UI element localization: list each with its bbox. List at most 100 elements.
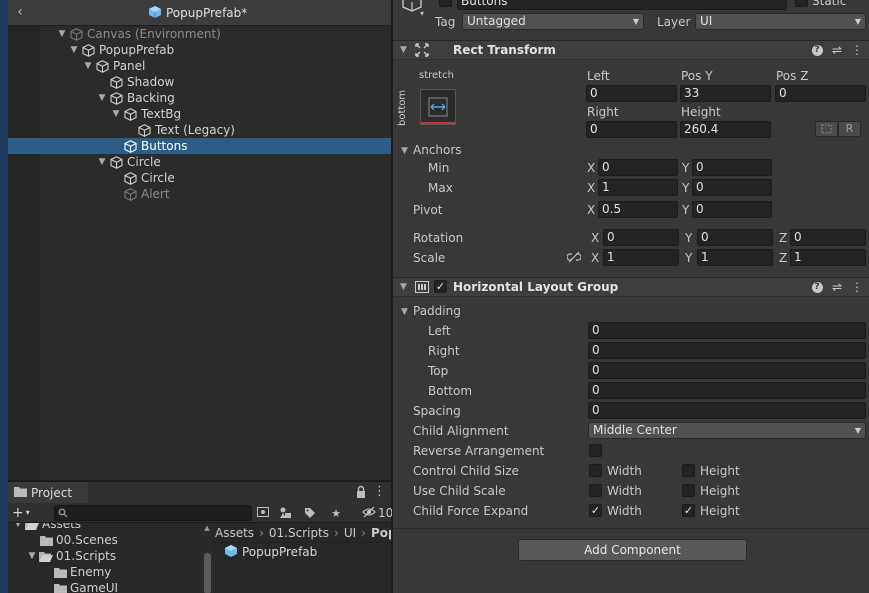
gameobject-name-field[interactable]: Buttons xyxy=(457,0,787,10)
fold-arrow-icon[interactable]: ▼ xyxy=(401,146,408,156)
anchor-max-x-field[interactable]: 1 xyxy=(598,179,678,196)
layer-dropdown[interactable]: UI ▼ xyxy=(695,13,866,30)
rotation-x-field[interactable]: 0 xyxy=(603,229,679,246)
hierarchy-row[interactable]: ▼ Panel xyxy=(8,58,391,74)
create-button[interactable]: + ▾ xyxy=(12,504,38,522)
project-folder-row[interactable]: ▼ 01.Scripts xyxy=(8,548,201,564)
height-field[interactable]: 260.4 xyxy=(680,121,771,138)
fold-arrow-icon[interactable]: ▼ xyxy=(400,45,407,55)
expand-arrow-icon[interactable]: ▼ xyxy=(110,106,122,122)
scale-width-checkbox[interactable] xyxy=(589,484,602,497)
rotation-y-field[interactable]: 0 xyxy=(697,229,773,246)
link-constrain-icon[interactable] xyxy=(566,251,582,266)
blueprint-icon xyxy=(821,124,832,134)
scroll-up-arrow-icon[interactable]: ▲ xyxy=(201,523,213,533)
label-tag-icon[interactable] xyxy=(301,505,319,521)
expand-arrow-icon[interactable]: ▼ xyxy=(56,26,68,42)
add-component-button[interactable]: Add Component xyxy=(518,539,747,561)
anchor-preset-button[interactable] xyxy=(420,89,456,125)
scale-z-field[interactable]: 1 xyxy=(790,249,866,266)
project-folder-row[interactable]: ▼ Assets xyxy=(8,523,201,532)
fold-arrow-icon[interactable]: ▼ xyxy=(401,307,408,317)
padding-top-field[interactable]: 0 xyxy=(588,362,866,379)
favorite-star-icon[interactable]: ★ xyxy=(327,505,345,521)
project-folder-row[interactable]: ▼GameUI xyxy=(8,580,201,593)
hierarchy-row[interactable]: ▼ Backing xyxy=(8,90,391,106)
tag-dropdown[interactable]: Untagged ▼ xyxy=(462,13,644,30)
expand-arrow-icon[interactable]: ▼ xyxy=(26,551,38,561)
anchor-min-y-field[interactable]: 0 xyxy=(692,159,772,176)
rect-transform-header[interactable]: ▼ Rect Transform ? ⇌ ⋮ xyxy=(393,40,869,60)
rotation-z-field[interactable]: 0 xyxy=(790,229,866,246)
hierarchy-row[interactable]: ▼Shadow xyxy=(8,74,391,90)
expand-arrow-icon[interactable]: ▼ xyxy=(96,90,108,106)
gameobject-cube-icon xyxy=(94,58,110,74)
help-icon[interactable]: ? xyxy=(810,280,824,294)
pivot-x-field[interactable]: 0.5 xyxy=(598,201,678,218)
expand-arrow-icon[interactable]: ▼ xyxy=(96,154,108,170)
hierarchy-row[interactable]: ▼Circle xyxy=(8,170,391,186)
posy-field[interactable]: 33 xyxy=(680,85,771,102)
breadcrumb-item[interactable]: 01.Scripts xyxy=(269,526,329,540)
presets-sliders-icon[interactable]: ⇌ xyxy=(830,43,844,57)
scale-height-checkbox[interactable] xyxy=(682,484,695,497)
scale-x-field[interactable]: 1 xyxy=(603,249,679,266)
back-arrow-icon[interactable]: ‹ xyxy=(12,4,28,20)
posy-label: Pos Y xyxy=(681,69,713,83)
breadcrumb-item[interactable]: Pop xyxy=(371,526,391,540)
fold-arrow-icon[interactable]: ▼ xyxy=(400,282,407,292)
kebab-menu-icon[interactable]: ⋮ xyxy=(373,484,386,500)
posz-field[interactable]: 0 xyxy=(775,85,866,102)
hierarchy-row[interactable]: ▼ Canvas (Environment) xyxy=(8,26,391,42)
project-folder-row[interactable]: ▼00.Scenes xyxy=(8,532,201,548)
padding-right-field[interactable]: 0 xyxy=(588,342,866,359)
project-search-input[interactable] xyxy=(54,505,252,521)
scale-y-field[interactable]: 1 xyxy=(697,249,773,266)
filter-type-icon[interactable] xyxy=(276,505,294,521)
hierarchy-row[interactable]: ▼Text (Legacy) xyxy=(8,122,391,138)
spacing-field[interactable]: 0 xyxy=(588,402,866,419)
project-tree-scrollbar[interactable]: ▲ xyxy=(201,523,213,593)
kebab-menu-icon[interactable]: ⋮ xyxy=(850,43,864,57)
hierarchy-row[interactable]: ▼ PopupPrefab xyxy=(8,42,391,58)
kebab-menu-icon[interactable]: ⋮ xyxy=(850,280,864,294)
asset-item[interactable]: PopupPrefab xyxy=(224,543,317,561)
breadcrumb-item[interactable]: Assets xyxy=(215,526,254,540)
gameobject-active-checkbox[interactable] xyxy=(439,0,452,7)
raw-edit-button[interactable]: R xyxy=(838,121,861,137)
breadcrumb-item[interactable]: UI xyxy=(344,526,356,540)
control-height-checkbox[interactable] xyxy=(682,464,695,477)
left-field[interactable]: 0 xyxy=(586,85,677,102)
hlg-enabled-checkbox[interactable]: ✓ xyxy=(434,280,447,293)
padding-bottom-field[interactable]: 0 xyxy=(588,382,866,399)
control-width-checkbox[interactable] xyxy=(589,464,602,477)
project-tab[interactable]: Project xyxy=(8,482,88,503)
right-field[interactable]: 0 xyxy=(586,121,677,138)
blueprint-mode-button[interactable] xyxy=(815,121,838,137)
scroll-thumb[interactable] xyxy=(204,553,211,593)
child-alignment-dropdown[interactable]: Middle Center ▼ xyxy=(588,422,866,439)
lock-icon[interactable] xyxy=(355,485,367,499)
presets-sliders-icon[interactable]: ⇌ xyxy=(830,280,844,294)
hidden-packages-toggle[interactable]: 10 xyxy=(362,505,393,521)
reverse-arrangement-checkbox[interactable] xyxy=(589,444,602,457)
hierarchy-row[interactable]: ▼Alert xyxy=(8,186,391,202)
expand-arrow-icon[interactable]: ▼ xyxy=(68,42,80,58)
hierarchy-row[interactable]: ▼Buttons xyxy=(8,138,391,154)
expand-arrow-icon[interactable]: ▼ xyxy=(12,523,24,529)
project-folder-row[interactable]: ▼Enemy xyxy=(8,564,201,580)
hierarchy-row[interactable]: ▼Circle xyxy=(8,154,391,170)
static-checkbox[interactable] xyxy=(795,0,808,7)
pivot-y-field[interactable]: 0 xyxy=(692,201,772,218)
padding-left-field[interactable]: 0 xyxy=(588,322,866,339)
anchor-max-y-field[interactable]: 0 xyxy=(692,179,772,196)
horizontal-layout-group-header[interactable]: ▼ ✓ Horizontal Layout Group ? ⇌ ⋮ xyxy=(393,277,869,297)
hierarchy-row[interactable]: ▼ TextBg xyxy=(8,106,391,122)
expand-width-checkbox[interactable]: ✓ xyxy=(589,504,602,517)
z-label: Z xyxy=(779,251,788,265)
expand-height-checkbox[interactable]: ✓ xyxy=(682,504,695,517)
expand-arrow-icon[interactable]: ▼ xyxy=(82,58,94,74)
help-icon[interactable]: ? xyxy=(810,43,824,57)
anchor-min-x-field[interactable]: 0 xyxy=(598,159,678,176)
search-by-type-icon[interactable] xyxy=(254,505,272,521)
